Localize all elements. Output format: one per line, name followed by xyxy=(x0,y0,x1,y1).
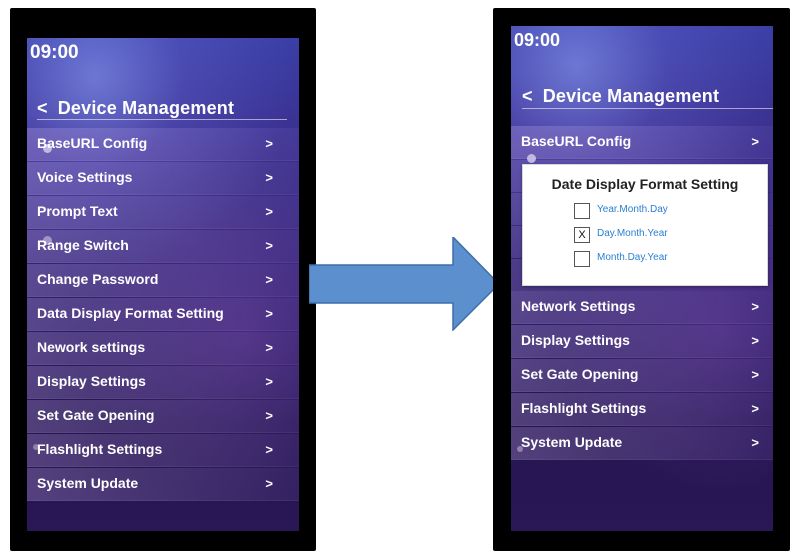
chevron-right-icon: > xyxy=(265,374,273,389)
menu-item-label: BaseURL Config xyxy=(37,135,148,151)
chevron-right-icon: > xyxy=(265,340,273,355)
menu-item-label: Display Settings xyxy=(521,332,630,348)
option-label: Day.Month.Year xyxy=(597,228,668,239)
header: < Device Management xyxy=(522,86,719,107)
menu-item-label: Data Display Format Setting xyxy=(37,305,224,321)
chevron-right-icon: > xyxy=(751,367,759,382)
chevron-right-icon: > xyxy=(751,299,759,314)
chevron-right-icon: > xyxy=(265,272,273,287)
chevron-right-icon: > xyxy=(265,476,273,491)
menu-item-label: Voice Settings xyxy=(37,169,133,185)
option-label: Month.Day.Year xyxy=(597,252,668,263)
menu-item-prompt-text[interactable]: Prompt Text > xyxy=(27,196,299,229)
menu-item-flashlight-settings[interactable]: Flashlight Settings > xyxy=(511,393,773,426)
menu-item-range-switch[interactable]: Range Switch > xyxy=(27,230,299,263)
chevron-right-icon: > xyxy=(265,306,273,321)
chevron-right-icon: > xyxy=(751,333,759,348)
phone-before: 09:00 < Device Management BaseURL Config >… xyxy=(10,8,316,551)
device-screen-before: 09:00 < Device Management BaseURL Config >… xyxy=(27,38,299,531)
menu-item-label: Flashlight Settings xyxy=(37,441,163,457)
page-title: Device Management xyxy=(542,86,720,106)
menu-item-label: Display Settings xyxy=(37,373,146,389)
menu-item-change-password[interactable]: Change Password > xyxy=(27,264,299,297)
menu-item-label: Set Gate Opening xyxy=(521,366,639,382)
chevron-left-icon[interactable]: < xyxy=(37,98,48,118)
device-screen-after: 09:00 < Device Management BaseURL Config >… xyxy=(511,26,773,531)
menu-item-voice-settings[interactable]: Voice Settings > xyxy=(27,162,299,195)
status-time: 09:00 xyxy=(30,42,79,63)
menu-item-label: System Update xyxy=(37,475,139,491)
date-format-dialog: Date Display Format Setting Year.Month.D… xyxy=(522,164,768,286)
checkbox[interactable] xyxy=(574,251,590,267)
menu-item-label: Network Settings xyxy=(521,298,636,314)
chevron-right-icon: > xyxy=(265,408,273,423)
chevron-right-icon: > xyxy=(751,401,759,416)
menu-item-label: BaseURL Config xyxy=(521,133,632,149)
menu-item-label: Nework settings xyxy=(37,339,146,355)
menu-item-network-settings[interactable]: Network Settings > xyxy=(511,291,773,324)
right-arrow-icon xyxy=(309,237,501,331)
menu-item-system-update[interactable]: System Update > xyxy=(27,468,299,501)
menu-item-baseurl-config[interactable]: BaseURL Config > xyxy=(27,128,299,161)
chevron-right-icon: > xyxy=(751,435,759,450)
menu-item-label: Set Gate Opening xyxy=(37,407,155,423)
chevron-right-icon: > xyxy=(265,136,273,151)
menu-item-system-update[interactable]: System Update > xyxy=(511,427,773,460)
menu-item-network-settings[interactable]: Nework settings > xyxy=(27,332,299,365)
checkbox[interactable] xyxy=(574,203,590,219)
chevron-right-icon: > xyxy=(751,134,759,149)
menu-item-label: Change Password xyxy=(37,271,159,287)
menu-item-label: System Update xyxy=(521,434,623,450)
checkbox[interactable]: X xyxy=(574,227,590,243)
status-time: 09:00 xyxy=(514,30,561,50)
menu-item-baseurl-config[interactable]: BaseURL Config > xyxy=(511,126,773,159)
dialog-title: Date Display Format Setting xyxy=(551,176,739,192)
option-label: Year.Month.Day xyxy=(597,204,668,215)
header: < Device Management xyxy=(37,98,234,119)
header-divider xyxy=(37,119,287,120)
chevron-right-icon: > xyxy=(265,170,273,185)
header-divider xyxy=(522,108,773,109)
arrow-shape xyxy=(309,237,501,331)
page-title: Device Management xyxy=(57,98,235,118)
menu-item-label: Range Switch xyxy=(37,237,129,253)
menu-item-label: Flashlight Settings xyxy=(521,400,647,416)
chevron-right-icon: > xyxy=(265,442,273,457)
menu-item-label: Prompt Text xyxy=(37,203,118,219)
menu-item-flashlight-settings[interactable]: Flashlight Settings > xyxy=(27,434,299,467)
settings-menu-bottom: Network Settings > Display Settings > Set … xyxy=(511,291,773,461)
menu-item-display-settings[interactable]: Display Settings > xyxy=(27,366,299,399)
settings-menu: BaseURL Config > Voice Settings > Prompt T… xyxy=(27,128,299,502)
menu-item-set-gate-opening[interactable]: Set Gate Opening > xyxy=(27,400,299,433)
phone-after: 09:00 < Device Management BaseURL Config >… xyxy=(493,8,790,551)
menu-item-display-settings[interactable]: Display Settings > xyxy=(511,325,773,358)
chevron-left-icon[interactable]: < xyxy=(522,86,533,106)
chevron-right-icon: > xyxy=(265,204,273,219)
menu-item-set-gate-opening[interactable]: Set Gate Opening > xyxy=(511,359,773,392)
chevron-right-icon: > xyxy=(265,238,273,253)
menu-item-data-display-format[interactable]: Data Display Format Setting > xyxy=(27,298,299,331)
